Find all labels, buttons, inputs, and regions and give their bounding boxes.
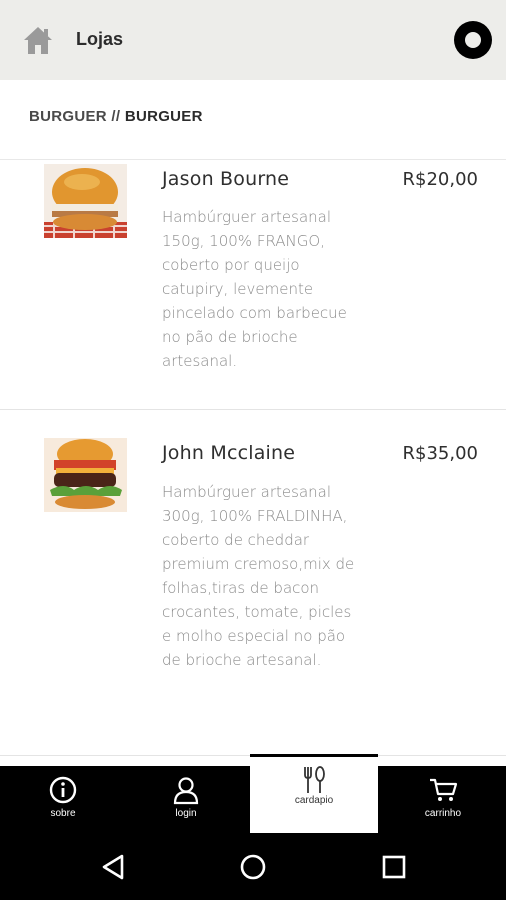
product-name: Jason Bourne bbox=[162, 168, 290, 190]
page-title: Lojas bbox=[76, 29, 124, 49]
bottom-nav: sobre login cardapio carrinho bbox=[0, 754, 506, 834]
app-header: Lojas bbox=[0, 0, 506, 80]
product-price: R$20,00 bbox=[402, 169, 479, 190]
nav-item-carrinho[interactable]: carrinho bbox=[380, 766, 506, 834]
nav-label: sobre bbox=[50, 808, 76, 819]
breadcrumb: BURGUER // BURGUER bbox=[29, 108, 203, 125]
user-icon bbox=[173, 777, 199, 805]
nav-item-login[interactable]: login bbox=[123, 766, 249, 834]
cart-icon bbox=[430, 778, 458, 801]
burger-image bbox=[44, 164, 127, 238]
product-description: Hambúrguer artesanal 150g, 100% FRANGO, … bbox=[162, 208, 347, 370]
product-item[interactable]: John Mcclaine R$35,00 Hambúrguer artesan… bbox=[0, 410, 506, 755]
android-nav-bar bbox=[0, 834, 506, 900]
nav-label: cardapio bbox=[294, 795, 334, 806]
recents-icon[interactable] bbox=[379, 852, 409, 882]
nav-label: carrinho bbox=[424, 808, 462, 819]
breadcrumb-current: BURGUER bbox=[124, 108, 203, 125]
cutlery-icon bbox=[304, 766, 325, 793]
product-description: Hambúrguer artesanal 300g, 100% FRALDINH… bbox=[162, 483, 355, 669]
product-price: R$35,00 bbox=[402, 443, 479, 464]
nav-label: login bbox=[175, 808, 197, 819]
home-icon[interactable] bbox=[22, 24, 54, 56]
nav-item-sobre[interactable]: sobre bbox=[0, 766, 126, 834]
back-icon[interactable] bbox=[98, 852, 128, 882]
breadcrumb-category[interactable]: BURGUER bbox=[29, 108, 107, 125]
home-icon[interactable] bbox=[238, 852, 268, 882]
info-icon bbox=[49, 776, 77, 804]
breadcrumb-separator: // bbox=[111, 108, 121, 125]
profile-ring-icon[interactable] bbox=[454, 21, 492, 59]
nav-item-cardapio[interactable]: cardapio bbox=[250, 754, 378, 833]
product-item[interactable]: Jason Bourne R$20,00 Hambúrguer artesana… bbox=[0, 160, 506, 409]
burger-image bbox=[44, 438, 127, 512]
product-name: John Mcclaine bbox=[162, 442, 296, 464]
